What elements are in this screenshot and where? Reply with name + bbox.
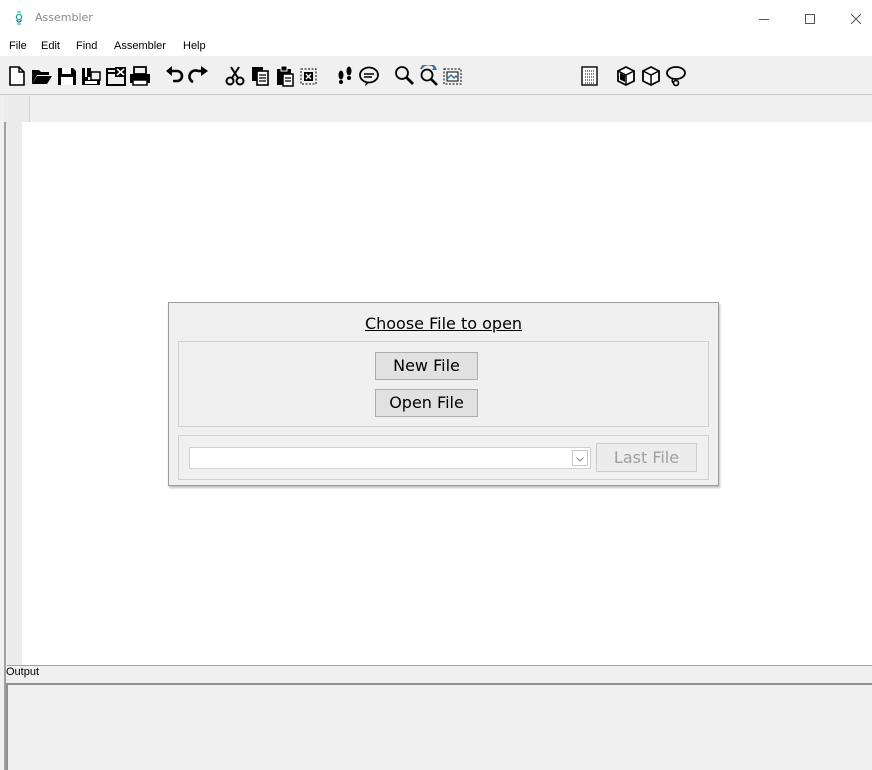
dialog-title: Choose File to open: [364, 314, 523, 333]
menu-file[interactable]: File: [9, 40, 27, 52]
paste-icon: [277, 65, 294, 87]
window-title: Assembler: [35, 11, 93, 24]
tab-strip-corner: [4, 96, 30, 122]
close-icon: [851, 14, 861, 24]
open-file-button[interactable]: [31, 65, 53, 87]
comment-button[interactable]: [358, 65, 380, 87]
application-window: Assembler File Edit Find Assembler Help: [0, 0, 872, 770]
new-file-icon: [9, 66, 25, 86]
save-icon: [58, 68, 76, 85]
app-logo-icon: [15, 11, 23, 25]
redo-icon: [188, 66, 208, 84]
replace-button[interactable]: [418, 65, 440, 87]
close-file-icon: [106, 67, 126, 86]
close-file-button[interactable]: [105, 65, 127, 87]
redo-button[interactable]: [188, 65, 210, 87]
save-as-button[interactable]: [80, 65, 102, 87]
undo-button[interactable]: [164, 65, 186, 87]
open-file-dialog: Choose File to open New File Open File L…: [168, 302, 719, 486]
minimize-button[interactable]: [741, 0, 787, 38]
print-button[interactable]: [129, 65, 151, 87]
output-panel[interactable]: [6, 683, 872, 770]
copy-button[interactable]: [249, 65, 271, 87]
cut-icon: [225, 66, 245, 86]
package-button[interactable]: [640, 65, 662, 87]
delete-button[interactable]: [298, 65, 320, 87]
new-file-button[interactable]: New File: [375, 352, 478, 380]
save-as-icon: [82, 68, 101, 85]
lasso-icon: [666, 66, 686, 87]
replace-icon: [420, 65, 438, 86]
undo-icon: [166, 66, 184, 83]
select-all-icon: [443, 68, 462, 85]
cut-button[interactable]: [224, 65, 246, 87]
title-bar: Assembler: [0, 0, 872, 38]
minimize-icon: [759, 19, 769, 20]
toolbar: [0, 56, 872, 94]
menu-assembler[interactable]: Assembler: [114, 40, 166, 52]
footprints-icon: [338, 66, 352, 84]
paste-button[interactable]: [274, 65, 296, 87]
build-button[interactable]: [615, 65, 637, 87]
menu-bar: File Edit Find Assembler Help: [0, 38, 872, 56]
search-icon: [395, 66, 414, 85]
menu-help[interactable]: Help: [183, 40, 206, 52]
editor-bottom-border: [7, 665, 872, 666]
menu-find[interactable]: Find: [76, 40, 97, 52]
toolbar-divider: [0, 94, 872, 95]
save-button[interactable]: [56, 65, 78, 87]
grid-icon: [581, 66, 598, 86]
recent-file-select[interactable]: [189, 447, 591, 469]
open-folder-icon: [32, 70, 52, 84]
new-file-button[interactable]: [6, 65, 28, 87]
line-number-gutter: [7, 122, 22, 665]
menu-edit[interactable]: Edit: [41, 40, 60, 52]
open-file-button[interactable]: Open File: [375, 389, 478, 417]
maximize-icon: [805, 14, 815, 24]
editor-tab-strip: [4, 96, 872, 123]
maximize-button[interactable]: [787, 0, 833, 38]
select-all-button[interactable]: [442, 65, 464, 87]
delete-icon: [300, 68, 317, 85]
dropdown-button[interactable]: [572, 450, 588, 466]
step-button[interactable]: [334, 65, 356, 87]
copy-icon: [252, 67, 269, 86]
file-actions-group: New File Open File: [178, 341, 709, 427]
grid-button[interactable]: [579, 65, 601, 87]
print-icon: [130, 66, 150, 86]
speech-bubble-icon: [359, 66, 379, 86]
last-file-button[interactable]: Last File: [596, 443, 697, 472]
box-icon: [617, 65, 635, 87]
close-button[interactable]: [833, 0, 872, 38]
recent-file-group: Last File: [178, 435, 709, 480]
find-button[interactable]: [394, 65, 416, 87]
box-outline-icon: [642, 65, 660, 87]
output-label: Output: [6, 666, 40, 678]
lasso-button[interactable]: [665, 65, 687, 87]
chevron-down-icon: [576, 457, 584, 462]
